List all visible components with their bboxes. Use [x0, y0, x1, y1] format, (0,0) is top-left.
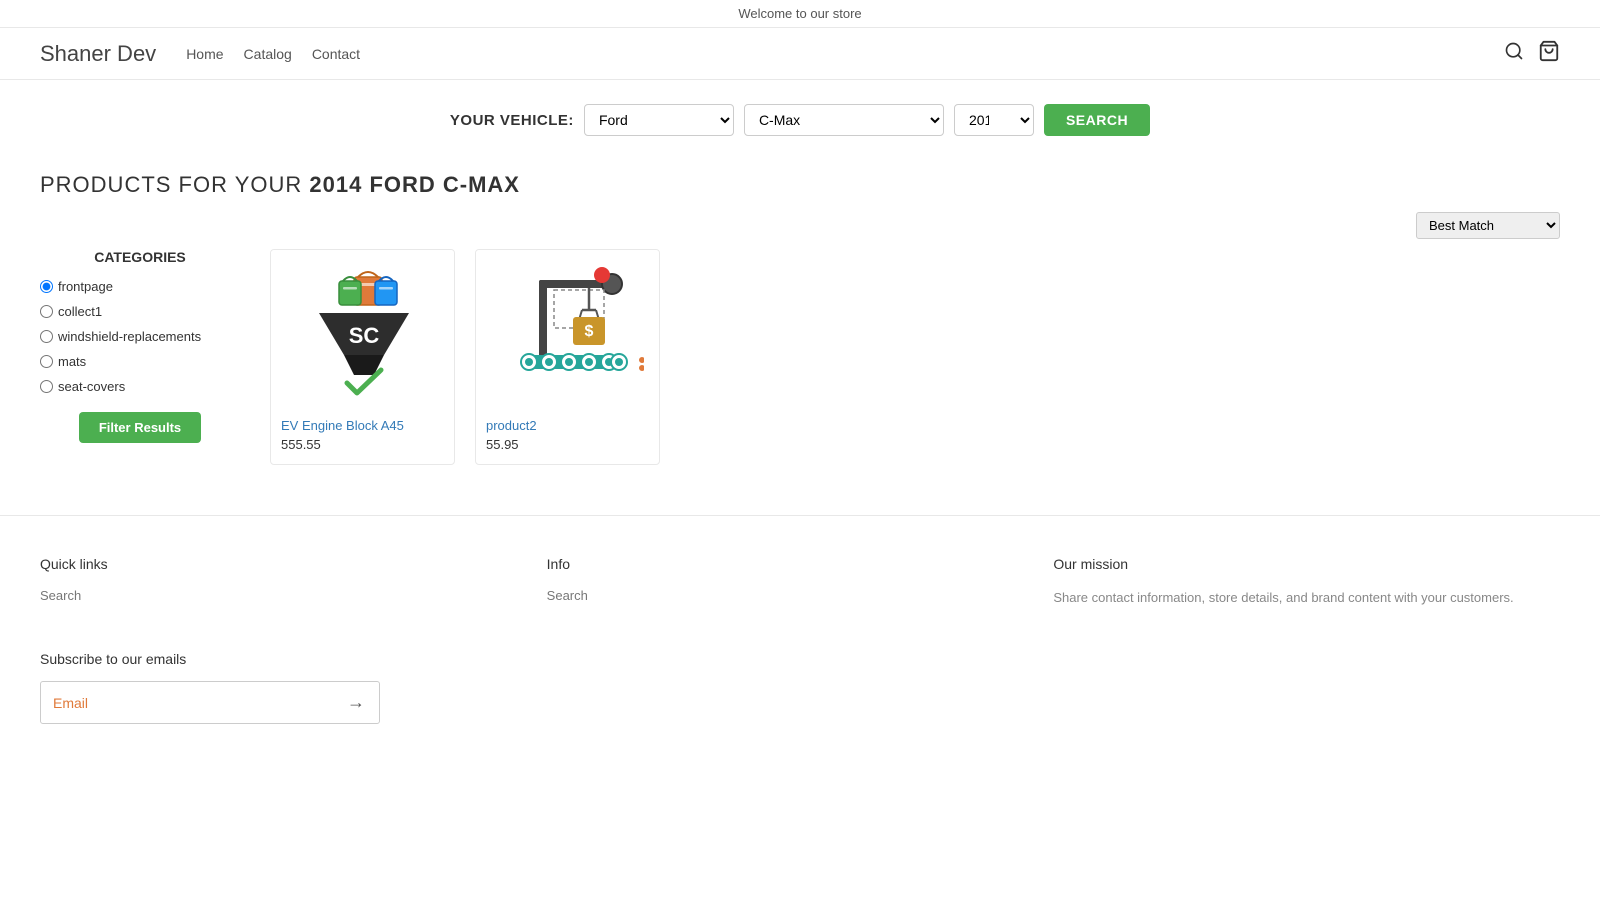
footer-info-title: Info	[547, 556, 1034, 572]
announcement-bar: Welcome to our store	[0, 0, 1600, 28]
product-card[interactable]: $	[475, 249, 660, 465]
subscribe-title: Subscribe to our emails	[40, 651, 1560, 667]
filter-results-button[interactable]: Filter Results	[79, 412, 201, 443]
product-grid: SC EV Engine Block A45 555.55	[270, 249, 1560, 465]
product-info: EV Engine Block A45 555.55	[271, 410, 454, 464]
main-content: CATEGORIES frontpage collect1 windshield…	[0, 249, 1600, 505]
footer-quick-links: Quick links Search	[40, 556, 547, 611]
footer-link-search-quicklinks[interactable]: Search	[40, 588, 527, 603]
page-title-prefix: PRODUCTS FOR YOUR	[40, 172, 309, 197]
category-label-windshield[interactable]: windshield-replacements	[58, 329, 201, 344]
product-name-2[interactable]: product2	[486, 418, 649, 433]
list-item[interactable]: collect1	[40, 304, 240, 319]
product-price-2: 55.95	[486, 437, 649, 452]
header-left: Shaner Dev Home Catalog Contact	[40, 41, 360, 67]
nav-contact[interactable]: Contact	[312, 46, 360, 62]
category-label-collect1[interactable]: collect1	[58, 304, 102, 319]
header-icons	[1504, 40, 1560, 67]
page-title-section: PRODUCTS FOR YOUR 2014 FORD C-MAX	[0, 152, 1600, 208]
vehicle-selector: YOUR VEHICLE: Ford Chevrolet Toyota Hond…	[0, 80, 1600, 152]
nav-links: Home Catalog Contact	[186, 46, 360, 62]
category-label-seat-covers[interactable]: seat-covers	[58, 379, 125, 394]
product-info: product2 55.95	[476, 410, 659, 464]
footer-info: Info Search	[547, 556, 1054, 611]
year-select[interactable]: 2014 2015 2016 2013 2012	[954, 104, 1034, 136]
page-title-bold: 2014 FORD C-MAX	[309, 172, 520, 197]
product-name-1[interactable]: EV Engine Block A45	[281, 418, 444, 433]
product-image-product2: $	[476, 250, 660, 410]
sort-select[interactable]: Best Match Price: Low to High Price: Hig…	[1416, 212, 1560, 239]
cart-icon[interactable]	[1538, 40, 1560, 67]
subscribe-submit-button[interactable]: →	[333, 682, 379, 723]
nav-home[interactable]: Home	[186, 46, 223, 62]
footer-columns: Quick links Search Info Search Our missi…	[0, 526, 1600, 641]
list-item[interactable]: seat-covers	[40, 379, 240, 394]
product-price-1: 555.55	[281, 437, 444, 452]
email-field[interactable]	[41, 685, 333, 721]
site-header: Shaner Dev Home Catalog Contact	[0, 28, 1600, 80]
category-radio-windshield[interactable]	[40, 330, 53, 343]
subscribe-section: Subscribe to our emails →	[0, 641, 1600, 764]
sidebar-title: CATEGORIES	[40, 249, 240, 265]
make-select[interactable]: Ford Chevrolet Toyota Honda Dodge	[584, 104, 734, 136]
footer-link-search-info[interactable]: Search	[547, 588, 1034, 603]
product-image-ev-engine: SC	[271, 250, 455, 410]
category-radio-collect1[interactable]	[40, 305, 53, 318]
footer-quick-links-title: Quick links	[40, 556, 527, 572]
site-logo[interactable]: Shaner Dev	[40, 41, 156, 67]
footer-separator	[0, 515, 1600, 516]
nav-catalog[interactable]: Catalog	[244, 46, 292, 62]
list-item[interactable]: frontpage	[40, 279, 240, 294]
subscribe-form: →	[40, 681, 380, 724]
vehicle-search-button[interactable]: SEARCH	[1044, 104, 1150, 136]
category-list: frontpage collect1 windshield-replacemen…	[40, 279, 240, 394]
announcement-text: Welcome to our store	[738, 6, 861, 21]
product-card[interactable]: SC EV Engine Block A45 555.55	[270, 249, 455, 465]
category-label-frontpage[interactable]: frontpage	[58, 279, 113, 294]
page-title: PRODUCTS FOR YOUR 2014 FORD C-MAX	[40, 172, 1560, 198]
footer-mission-title: Our mission	[1053, 556, 1540, 572]
list-item[interactable]: mats	[40, 354, 240, 369]
category-radio-seat-covers[interactable]	[40, 380, 53, 393]
sidebar: CATEGORIES frontpage collect1 windshield…	[40, 249, 240, 465]
footer-mission: Our mission Share contact information, s…	[1053, 556, 1560, 611]
vehicle-label: YOUR VEHICLE:	[450, 112, 574, 129]
list-item[interactable]: windshield-replacements	[40, 329, 240, 344]
category-label-mats[interactable]: mats	[58, 354, 86, 369]
site-footer: Quick links Search Info Search Our missi…	[0, 526, 1600, 764]
svg-text:$: $	[584, 323, 593, 340]
model-select[interactable]: C-Max F-150 Mustang Explorer Focus	[744, 104, 944, 136]
category-radio-frontpage[interactable]	[40, 280, 53, 293]
sort-bar: Best Match Price: Low to High Price: Hig…	[0, 208, 1600, 249]
search-icon[interactable]	[1504, 41, 1524, 66]
category-radio-mats[interactable]	[40, 355, 53, 368]
footer-mission-text: Share contact information, store details…	[1053, 588, 1540, 609]
svg-text:SC: SC	[348, 323, 379, 348]
